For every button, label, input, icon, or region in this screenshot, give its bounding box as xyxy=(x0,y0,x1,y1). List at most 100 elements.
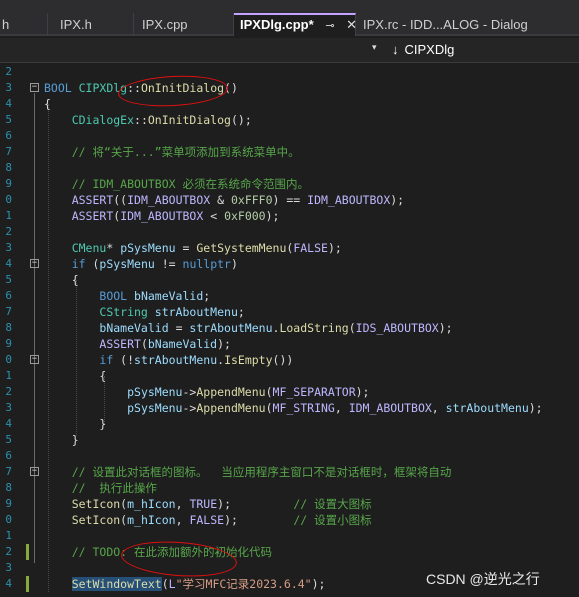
line-number: 9 xyxy=(5,337,12,350)
code-line[interactable]: // 将“关于...”菜单项添加到系统菜单中。 xyxy=(44,144,300,160)
collapse-inner-if-icon[interactable]: − xyxy=(30,355,39,364)
code-line[interactable]: CString strAboutMenu; xyxy=(44,304,244,320)
line-number: 7 xyxy=(5,305,12,318)
code-line[interactable]: { xyxy=(44,272,79,288)
code-token: ; xyxy=(203,289,211,303)
code-line[interactable]: bNameValid = strAboutMenu.LoadString(IDS… xyxy=(44,320,452,336)
code-line[interactable]: pSysMenu->AppendMenu(MF_SEPARATOR); xyxy=(44,384,369,400)
scope-dropdown-arrow-icon[interactable]: ▾ xyxy=(372,42,377,53)
line-number: 4 xyxy=(5,577,12,590)
code-line[interactable]: // IDM_ABOUTBOX 必须在系统命令范围内。 xyxy=(44,176,309,192)
code-token: (! xyxy=(113,353,135,367)
navigation-bar: ▾ ↓ CIPXDlg xyxy=(0,38,579,63)
code-token: (( xyxy=(113,193,128,207)
code-line[interactable]: if (!strAboutMenu.IsEmpty()) xyxy=(44,352,293,368)
code-token: IDM_ABOUTBOX xyxy=(120,209,204,223)
tab-label: IPX.cpp xyxy=(142,17,188,32)
code-line[interactable]: // 执行此操作 xyxy=(44,480,157,496)
annotation-ellipse-oninitdialog xyxy=(117,73,229,109)
line-number: 9 xyxy=(5,177,12,190)
pin-icon[interactable]: ⊸ xyxy=(325,20,334,32)
code-token: ); xyxy=(390,193,405,207)
code-token: L xyxy=(168,577,176,591)
code-editor[interactable]: − − − − BOOL CIPXDlg::OnInitDialog(){ CD… xyxy=(0,64,579,597)
code-token: // 执行此操作 xyxy=(71,481,157,495)
line-number: 7 xyxy=(5,145,12,158)
code-token: if xyxy=(71,257,86,271)
code-token: ( xyxy=(85,257,100,271)
tab-ipx-cpp[interactable]: IPX.cpp xyxy=(136,13,234,36)
code-token: IsEmpty xyxy=(224,353,273,367)
line-number: 2 xyxy=(5,65,12,78)
code-token: IDM_ABOUTBOX xyxy=(348,401,432,415)
code-token: SetIcon xyxy=(71,513,121,527)
tab-ipx-h[interactable]: IPX.h xyxy=(54,13,134,36)
code-token: ); xyxy=(528,401,543,415)
code-line[interactable]: SetIcon(m_hIcon, FALSE); // 设置小图标 xyxy=(44,512,372,528)
line-number: 2 xyxy=(5,225,12,238)
code-token: ( xyxy=(140,337,148,351)
code-line[interactable]: CDialogEx::OnInitDialog(); xyxy=(44,112,252,128)
code-line[interactable]: { xyxy=(44,368,106,384)
line-number: 0 xyxy=(5,193,12,206)
collapse-function-icon[interactable]: − xyxy=(30,83,39,92)
collapse-if-block-icon[interactable]: − xyxy=(30,259,39,268)
line-number: 4 xyxy=(5,257,12,270)
code-line[interactable]: } xyxy=(44,416,106,432)
code-line[interactable]: CMenu* pSysMenu = GetSystemMenu(FALSE); xyxy=(44,240,342,256)
code-line[interactable]: { xyxy=(44,96,51,112)
code-token: "学习MFC记录2023.6.4" xyxy=(175,577,312,591)
code-token: ); xyxy=(355,385,370,399)
close-icon[interactable]: ✕ xyxy=(346,17,357,32)
change-indicator xyxy=(26,576,29,592)
code-line[interactable]: SetWindowText(L"学习MFC记录2023.6.4"); xyxy=(44,576,325,592)
tab-ipxdlg-cpp[interactable]: IPXDlg.cpp* ⊸ ✕ xyxy=(234,13,357,36)
code-line[interactable]: } xyxy=(44,432,79,448)
member-dropdown[interactable]: ↓ CIPXDlg xyxy=(392,42,454,57)
code-line[interactable]: ASSERT(IDM_ABOUTBOX < 0xF000); xyxy=(44,208,280,224)
line-number: 3 xyxy=(5,401,12,414)
code-token: = xyxy=(175,241,197,255)
code-token: AppendMenu xyxy=(196,401,266,415)
code-token: CDialogEx xyxy=(71,113,135,127)
code-line[interactable]: if (pSysMenu != nullptr) xyxy=(44,256,238,272)
code-token: m_hIcon xyxy=(127,513,176,527)
tab-ipx-rc-dialog[interactable]: IPX.rc - IDD...ALOG - Dialog xyxy=(357,13,579,36)
code-line[interactable]: BOOL bNameValid; xyxy=(44,288,210,304)
code-line[interactable]: ASSERT((IDM_ABOUTBOX & 0xFFF0) == IDM_AB… xyxy=(44,192,404,208)
code-token: strAboutMenu xyxy=(445,401,529,415)
tab-h[interactable]: h xyxy=(0,13,48,36)
code-token: ASSERT xyxy=(71,209,114,223)
code-token: ); xyxy=(327,241,342,255)
line-number: 6 xyxy=(5,289,12,302)
code-token: ) xyxy=(230,257,238,271)
code-token: } xyxy=(44,417,107,431)
code-token: m_hIcon xyxy=(127,497,176,511)
line-number: 4 xyxy=(5,417,12,430)
code-token: ); xyxy=(224,513,294,527)
code-line[interactable]: pSysMenu->AppendMenu(MF_STRING, IDM_ABOU… xyxy=(44,400,543,416)
code-token: bNameValid xyxy=(134,289,204,303)
code-token: = xyxy=(168,321,190,335)
code-token: { xyxy=(44,369,107,383)
code-token: != xyxy=(154,257,183,271)
line-number: 1 xyxy=(5,209,12,222)
code-line[interactable]: // 设置此对话框的图标。 当应用程序主窗口不是对话框时，框架将自动 xyxy=(44,464,452,480)
collapse-comment-icon[interactable]: − xyxy=(30,467,39,476)
code-token: { xyxy=(44,97,51,111)
code-token: ()) xyxy=(272,353,294,367)
code-line[interactable]: ASSERT(bNameValid); xyxy=(44,336,231,352)
code-line[interactable]: SetIcon(m_hIcon, TRUE); // 设置大图标 xyxy=(44,496,372,512)
code-token: ); xyxy=(217,497,294,511)
line-number: 0 xyxy=(5,353,12,366)
line-number: 5 xyxy=(5,273,12,286)
code-token: nullptr xyxy=(182,257,231,271)
